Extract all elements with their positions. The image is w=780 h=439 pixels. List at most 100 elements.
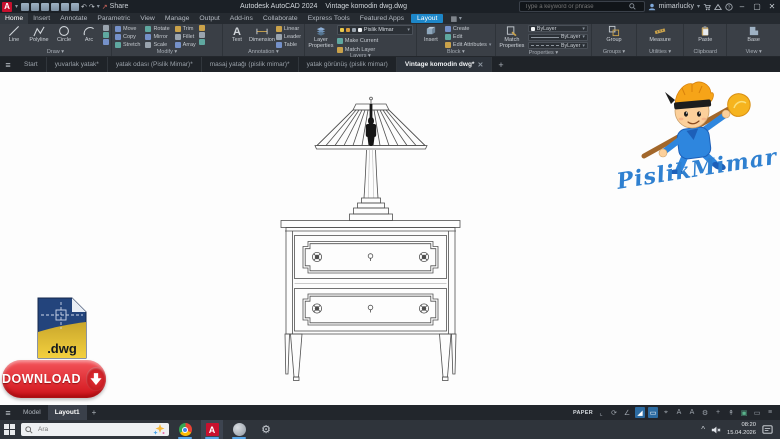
object-color-dropdown[interactable]: ByLayer▾ [528, 25, 588, 32]
snap-tracking-icon[interactable]: ⌖ [661, 407, 671, 418]
file-tab-4[interactable]: yatak görünüş (pislik mimar) [299, 57, 397, 72]
taskbar-settings-icon[interactable]: ⚙ [255, 420, 277, 439]
create-block-tool[interactable]: Create [445, 25, 491, 32]
ribbon-tab-layout[interactable]: Layout [411, 14, 443, 23]
file-tab-1[interactable]: yuvarlak yatak* [47, 57, 108, 72]
plot-icon[interactable] [61, 3, 69, 11]
account-dropdown-icon[interactable]: ▾ [697, 3, 700, 10]
drawing-canvas[interactable]: PislikMimar .dwg DOWNLOAD [0, 72, 780, 405]
dwg-file-icon[interactable]: .dwg [36, 296, 88, 360]
line-tool[interactable]: Line [3, 25, 25, 44]
help-search-input[interactable] [523, 3, 627, 11]
ortho-toggle-icon[interactable]: ∠ [622, 407, 632, 418]
annotation-add-icon[interactable]: + [713, 407, 723, 418]
file-tab-active[interactable]: Vintage komodin dwg* ✕ [397, 57, 492, 72]
hatch-icon[interactable] [103, 39, 109, 45]
annotation-scale-icon[interactable]: A [674, 407, 684, 418]
taskbar-clock[interactable]: 08:20 15.04.2026 [727, 422, 756, 436]
ribbon-tab-home[interactable]: Home [0, 13, 28, 24]
match-properties-tool[interactable]: Match Properties [499, 25, 525, 50]
erase-icon[interactable] [199, 25, 205, 31]
print-icon[interactable] [71, 3, 79, 11]
make-current-tool[interactable]: Make Current [337, 37, 413, 44]
utilities-panel-label[interactable]: Utilities ▾ [637, 49, 683, 56]
redo-icon[interactable]: ↷ [89, 3, 95, 11]
fillet-tool[interactable]: Fillet [175, 33, 196, 40]
autodesk-apps-icon[interactable] [714, 3, 722, 11]
file-tab-start[interactable]: Start [16, 57, 47, 72]
mirror-tool[interactable]: Mirror [145, 33, 169, 40]
file-tabs-menu-icon[interactable]: ≡ [0, 57, 16, 72]
view-panel-label[interactable]: View ▾ [727, 49, 780, 56]
ribbon-tab-view[interactable]: View [135, 13, 160, 24]
layer-dropdown[interactable]: Pislik Mimar ▾ [337, 25, 413, 35]
layer-properties-tool[interactable]: Layer Properties [308, 25, 334, 50]
rotate-tool[interactable]: Rotate [145, 25, 169, 32]
annotation-panel-label[interactable]: Annotation ▾ [223, 49, 304, 56]
text-tool[interactable]: A Text [226, 25, 248, 44]
file-tab-close-icon[interactable]: ✕ [477, 61, 483, 69]
qat-customize-icon[interactable]: ▾ [97, 3, 100, 10]
file-tab-2[interactable]: yatak odası (Pislik Mimar)* [108, 57, 202, 72]
paste-tool[interactable]: Paste [694, 25, 716, 44]
ribbon-display-toggle-icon[interactable]: ▦ ▾ [445, 13, 466, 24]
array-tool[interactable]: Array [175, 41, 196, 48]
open-file-icon[interactable] [31, 3, 39, 11]
edit-attributes-tool[interactable]: Edit Attributes ▾ [445, 41, 491, 48]
grid-toggle-icon[interactable]: ⌞ [596, 407, 606, 418]
help-icon[interactable]: ? [725, 3, 733, 11]
units-icon[interactable]: ↟ [726, 407, 736, 418]
ribbon-tab-annotate[interactable]: Annotate [55, 13, 92, 24]
layout-menu-icon[interactable]: ≡ [0, 408, 16, 418]
linetype-dropdown[interactable]: ByLayer▾ [528, 42, 588, 49]
paper-space-label[interactable]: PAPER [573, 410, 593, 416]
tray-expand-icon[interactable]: ^ [701, 425, 705, 434]
share-icon[interactable]: ↗ [102, 3, 108, 11]
username-label[interactable]: mimarlucky [659, 3, 694, 10]
save-as-icon[interactable] [51, 3, 59, 11]
windows-start-button[interactable] [4, 424, 16, 436]
circle-tool[interactable]: Circle [53, 25, 75, 44]
ribbon-tab-collaborate[interactable]: Collaborate [258, 13, 303, 24]
notification-center-icon[interactable] [762, 424, 773, 435]
taskbar-search-box[interactable] [21, 423, 169, 436]
workspace-gear-icon[interactable]: ⚙ [700, 407, 710, 418]
ribbon-tab-manage[interactable]: Manage [160, 13, 195, 24]
ellipse-icon[interactable] [103, 32, 109, 38]
polar-tracking-icon[interactable]: ◢ [635, 407, 645, 418]
close-button[interactable]: ✕ [766, 2, 778, 11]
group-tool[interactable]: Group [603, 25, 625, 44]
base-tool[interactable]: Base [743, 25, 765, 44]
properties-panel-label[interactable]: Properties ▾ [496, 50, 591, 57]
app-menu-dropdown-icon[interactable]: ▾ [15, 3, 18, 10]
save-icon[interactable] [41, 3, 49, 11]
clean-screen-icon[interactable]: ▭ [752, 407, 762, 418]
edit-block-tool[interactable]: Edit [445, 33, 491, 40]
modify-panel-label[interactable]: Modify ▾ [112, 49, 222, 56]
taskbar-search-input[interactable] [36, 425, 140, 434]
ribbon-tab-parametric[interactable]: Parametric [92, 13, 135, 24]
ribbon-tab-featured-apps[interactable]: Featured Apps [355, 13, 409, 24]
copy-tool[interactable]: Copy [115, 33, 140, 40]
explode-icon[interactable] [199, 32, 205, 38]
ribbon-tab-express-tools[interactable]: Express Tools [303, 13, 355, 24]
user-avatar-icon[interactable] [648, 3, 656, 11]
trim-tool[interactable]: Trim [175, 25, 196, 32]
share-button[interactable]: Share [110, 3, 129, 10]
layout1-tab[interactable]: Layout1 [48, 405, 87, 420]
minimize-button[interactable]: – [736, 2, 748, 11]
ribbon-tab-output[interactable]: Output [194, 13, 224, 24]
block-panel-label[interactable]: Block ▾ [417, 49, 495, 56]
scale-tool[interactable]: Scale [145, 41, 169, 48]
taskbar-autocad-icon[interactable]: A [201, 420, 223, 439]
dynamic-input-icon[interactable]: ⟳ [609, 407, 619, 418]
table-tool[interactable]: Table [276, 41, 301, 48]
ribbon-tab-insert[interactable]: Insert [28, 13, 55, 24]
search-icon[interactable] [629, 3, 636, 10]
ribbon-tab-addins[interactable]: Add-ins [225, 13, 258, 24]
match-layer-tool[interactable]: Match Layer [337, 46, 413, 53]
draw-panel-label[interactable]: Draw ▾ [0, 49, 111, 56]
rectangle-icon[interactable] [103, 25, 109, 31]
linear-tool[interactable]: Linear [276, 25, 301, 32]
clipboard-panel-label[interactable]: Clipboard [684, 49, 726, 56]
